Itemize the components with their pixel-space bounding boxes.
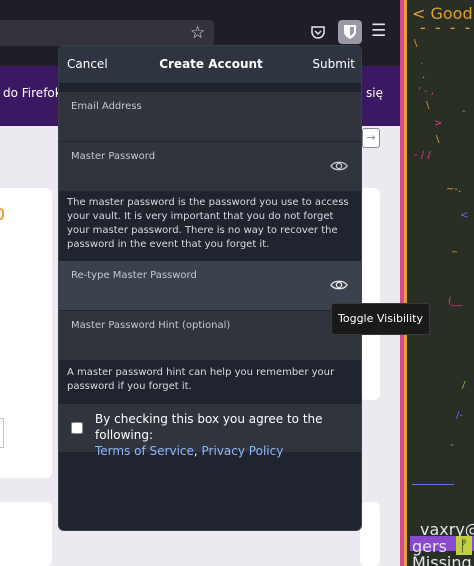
- ascii-art: \: [414, 38, 418, 49]
- banner-arrow-button[interactable]: →: [362, 128, 380, 148]
- page-card-right: [360, 188, 380, 400]
- ascii-art: .: [420, 56, 424, 67]
- shield-icon: [344, 25, 356, 39]
- email-field[interactable]: Email Address: [59, 92, 361, 142]
- terms-separator: ,: [193, 444, 202, 458]
- create-account-popup: Create Account Cancel Submit Email Addre…: [58, 45, 362, 531]
- bookmark-star-icon[interactable]: ☆: [190, 25, 205, 42]
- submit-button[interactable]: Submit: [312, 57, 355, 71]
- master-password-label: Master Password: [71, 151, 156, 162]
- password-hint-label: Master Password Hint (optional): [71, 320, 231, 331]
- terminal-line: [412, 484, 454, 485]
- ascii-art: /: [462, 380, 466, 391]
- master-password-help: The master password is the password you …: [67, 197, 349, 250]
- terms-text: By checking this box you agree to the fo…: [95, 411, 361, 459]
- retype-password-field[interactable]: Re-type Master Password: [59, 261, 361, 311]
- ascii-art: -: [450, 440, 454, 451]
- master-password-field[interactable]: Master Password: [59, 142, 361, 192]
- retype-password-label: Re-type Master Password: [71, 270, 197, 281]
- email-label: Email Address: [71, 101, 142, 112]
- terminal-dashes: - - - - -: [420, 18, 474, 37]
- privacy-policy-link[interactable]: Privacy Policy: [202, 444, 284, 458]
- ascii-art: ~-.: [446, 184, 462, 195]
- terms-of-service-link[interactable]: Terms of Service: [95, 444, 194, 458]
- retype-password-input[interactable]: [71, 285, 321, 305]
- toggle-visibility-tooltip: Toggle Visibility: [331, 303, 430, 335]
- ascii-art: - / /: [414, 150, 431, 161]
- ascii-art: >: [434, 118, 443, 129]
- eye-icon[interactable]: [329, 156, 349, 176]
- popup-header: Create Account Cancel Submit: [59, 46, 361, 84]
- pocket-icon[interactable]: [310, 24, 326, 43]
- password-hint-field[interactable]: Master Password Hint (optional): [59, 311, 361, 361]
- banner-text: do Firefok: [3, 86, 62, 100]
- cancel-button[interactable]: Cancel: [67, 57, 108, 71]
- page-card-element: [0, 418, 4, 448]
- page-card-left: [0, 188, 52, 478]
- master-password-input[interactable]: [71, 166, 321, 186]
- url-bar[interactable]: [0, 20, 214, 46]
- terms-checkbox[interactable]: [71, 422, 83, 434]
- banner-suffix: się: [366, 86, 383, 100]
- eye-icon[interactable]: [329, 275, 349, 295]
- ascii-art: \: [436, 134, 440, 145]
- terms-row: By checking this box you agree to the fo…: [59, 404, 361, 458]
- page-card-bottom-right: [360, 502, 380, 566]
- password-hint-input[interactable]: [71, 335, 321, 355]
- ascii-art: \: [426, 100, 430, 111]
- ascii-art: (__: [448, 296, 462, 307]
- hamburger-menu-icon[interactable]: ☰: [371, 23, 386, 40]
- ascii-art: <: [460, 210, 469, 221]
- ascii-art: /-: [456, 410, 463, 421]
- ascii-art: -: [462, 106, 466, 117]
- terminal-output: Missing: [412, 553, 472, 566]
- window-border-inner: [404, 0, 407, 566]
- password-hint-help: A master password hint can help you reme…: [67, 367, 335, 392]
- bitwarden-extension-button[interactable]: [338, 20, 362, 44]
- ascii-art: ' - ,: [418, 86, 434, 97]
- terms-prefix: By checking this box you agree to the fo…: [95, 412, 323, 442]
- ascii-art: _: [452, 242, 457, 253]
- terminal-window: [400, 0, 474, 566]
- page-card-bottom-left: [0, 502, 52, 566]
- email-input[interactable]: [71, 116, 321, 136]
- ascii-art: .: [422, 70, 426, 81]
